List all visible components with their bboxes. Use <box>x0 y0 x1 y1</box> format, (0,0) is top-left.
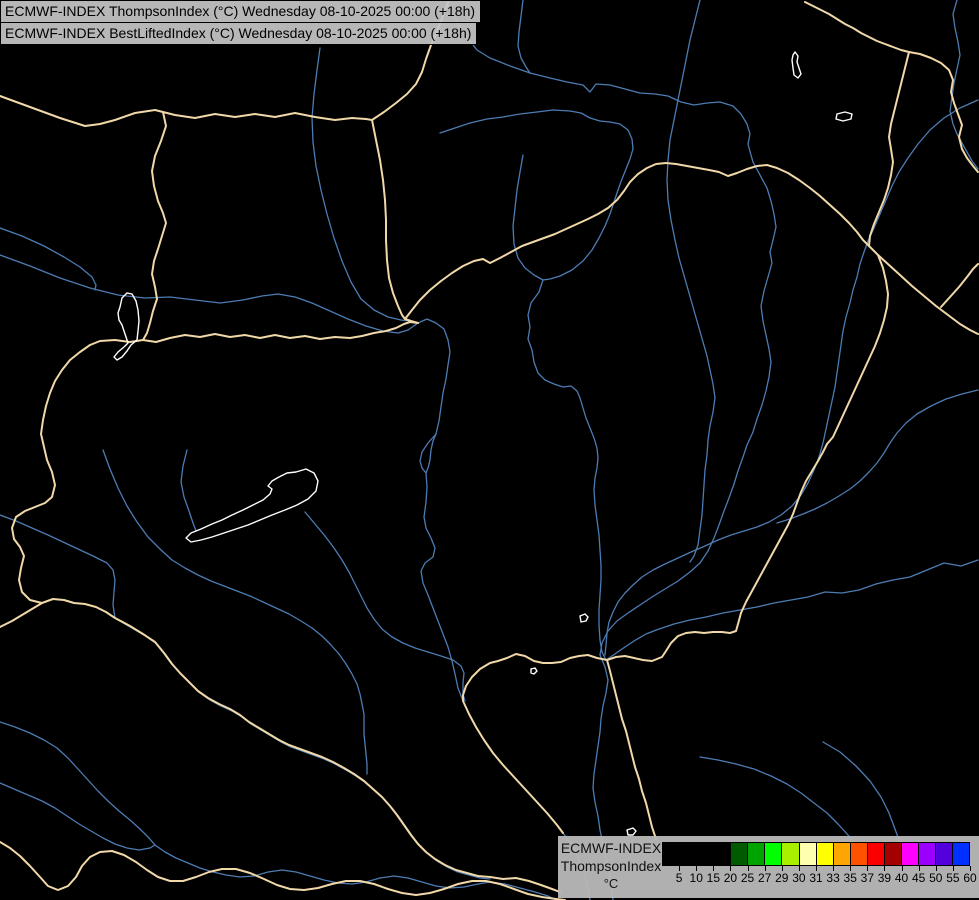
legend-cell <box>799 843 817 865</box>
legend-tick-label: 10 <box>689 871 703 885</box>
river <box>0 254 419 334</box>
country-border <box>11 339 144 604</box>
legend-cell <box>901 843 919 865</box>
country-border <box>0 841 566 900</box>
country-border <box>142 111 167 341</box>
river <box>311 47 419 324</box>
river <box>154 844 557 900</box>
legend-cell <box>816 843 834 865</box>
country-border <box>404 162 870 320</box>
legend-tick-label: 31 <box>809 871 823 885</box>
country-border <box>0 602 43 628</box>
legend-unit: °C <box>603 876 619 891</box>
legend-tick-label: 20 <box>723 871 738 885</box>
legend-tick-label: 25 <box>740 871 755 885</box>
legend-cell <box>782 843 800 865</box>
country-border <box>606 659 657 840</box>
legend-tick-label: 39 <box>877 871 892 885</box>
legend-tick-label: 60 <box>963 871 977 885</box>
map-title-line-2: ECMWF-INDEX BestLiftedIndex (°C) Wednesd… <box>0 22 478 45</box>
river <box>102 449 368 775</box>
river <box>512 154 607 661</box>
river <box>0 514 116 619</box>
legend-panel: ECMWF-INDEX ThompsonIndex °C 5 10 15 20 25 27… <box>558 836 979 898</box>
country-border <box>804 1 910 53</box>
river <box>592 161 777 900</box>
legend-cell <box>680 843 698 865</box>
legend-tick-label: 35 <box>843 871 857 885</box>
country-border <box>462 653 608 834</box>
legend-text-column: ECMWF-INDEX ThompsonIndex °C <box>558 839 664 892</box>
legend-tick-label: 30 <box>792 871 806 885</box>
legend-cell <box>697 843 715 865</box>
river <box>417 318 591 900</box>
river <box>822 741 901 844</box>
country-border <box>940 263 979 308</box>
legend-cell <box>884 843 902 865</box>
river <box>444 0 754 163</box>
lake-outline <box>626 827 637 836</box>
river <box>114 617 491 880</box>
lake-outline <box>113 292 140 361</box>
legend-tick-label: 45 <box>911 871 926 885</box>
legend-cell <box>953 843 970 865</box>
legend-cell <box>748 843 766 865</box>
lake-outline <box>185 468 319 543</box>
river <box>180 449 197 532</box>
river <box>0 721 156 846</box>
river <box>0 227 97 291</box>
river <box>304 511 466 702</box>
river <box>605 559 979 661</box>
weather-map-screen: ECMWF-INDEX ThompsonIndex (°C) Wednesday… <box>0 0 979 900</box>
legend-tick-labels: 5 10 15 20 25 27 29 30 31 33 35 37 39 40 45 50 55 60 <box>662 871 977 887</box>
country-border <box>0 95 373 127</box>
river <box>699 756 856 844</box>
lake-outline <box>579 613 589 623</box>
legend-tick-label: 55 <box>946 871 960 885</box>
weather-map <box>0 0 979 900</box>
river <box>776 389 979 524</box>
legend-cell <box>867 843 885 865</box>
country-border <box>868 245 979 335</box>
legend-cell <box>833 843 851 865</box>
river <box>949 0 979 170</box>
legend-tick-label: 40 <box>894 871 909 885</box>
legend-subtitle: ThompsonIndex <box>560 858 662 874</box>
legend-tick-label: 50 <box>929 871 943 885</box>
river <box>666 0 716 563</box>
legend-tick-label: 29 <box>775 871 789 885</box>
country-border <box>868 51 910 247</box>
legend-tick-label: 5 <box>675 871 683 885</box>
lake-outline <box>835 111 853 122</box>
river <box>0 782 156 851</box>
map-title-line-1: ECMWF-INDEX ThompsonIndex (°C) Wednesday… <box>0 0 482 23</box>
lake-outline <box>530 667 538 675</box>
country-border <box>41 598 561 893</box>
legend-cell <box>850 843 868 865</box>
legend-cell <box>731 843 749 865</box>
legend-cell <box>918 843 936 865</box>
legend-cell <box>714 843 732 865</box>
legend-title: ECMWF-INDEX <box>560 840 662 856</box>
legend-tick-label: 15 <box>706 871 721 885</box>
legend-cell <box>936 843 954 865</box>
lake-outline <box>791 51 802 79</box>
legend-tick-label: 33 <box>826 871 840 885</box>
country-border <box>371 119 419 324</box>
river <box>517 0 531 74</box>
legend-cell <box>765 843 783 865</box>
country-border <box>142 321 419 343</box>
legend-cell <box>663 843 681 865</box>
legend-tick-label: 27 <box>757 871 772 885</box>
legend-tick-label: 37 <box>860 871 875 885</box>
legend-colorbar <box>662 842 970 866</box>
river <box>439 109 634 281</box>
